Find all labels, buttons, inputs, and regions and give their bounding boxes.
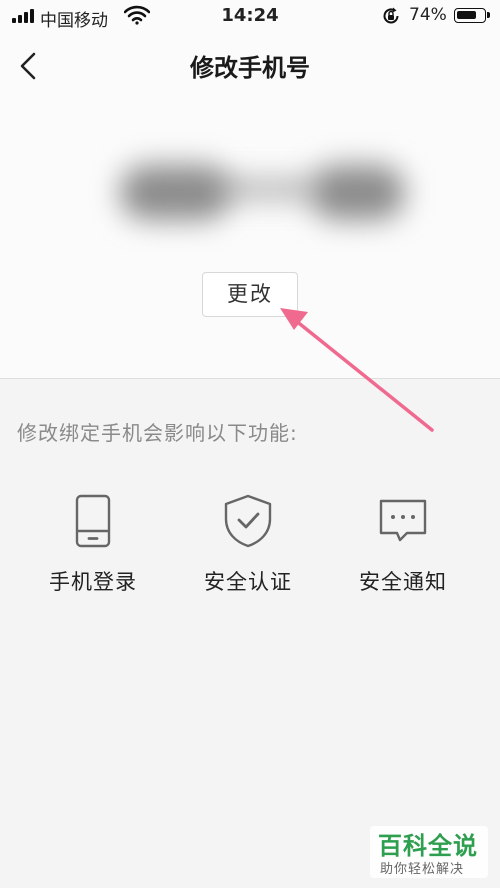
page-title: 修改手机号 <box>190 54 310 82</box>
rotation-lock-icon <box>383 7 399 24</box>
battery-percent: 74% <box>409 5 447 25</box>
phone-icon <box>75 494 111 548</box>
watermark-subtitle: 助你轻松解决 <box>380 862 465 877</box>
feature-label: 手机登录 <box>49 570 137 594</box>
feature-label: 安全通知 <box>359 570 447 594</box>
message-icon <box>379 499 427 542</box>
watermark-title: 百科全说 <box>378 832 478 860</box>
shield-check-icon <box>224 494 272 548</box>
impact-note: 修改绑定手机会影响以下功能: <box>17 421 298 445</box>
watermark-logo: 百科全说 助你轻松解决 <box>370 826 488 878</box>
feature-security-notice: 安全通知 <box>328 493 478 603</box>
feature-security-auth: 安全认证 <box>173 493 323 603</box>
feature-label: 安全认证 <box>204 570 292 594</box>
battery-icon <box>454 8 490 23</box>
status-bar: 中国移动 14:24 74% <box>0 0 500 34</box>
feature-phone-login: 手机登录 <box>18 493 168 603</box>
blurred-phone-number <box>100 140 420 240</box>
